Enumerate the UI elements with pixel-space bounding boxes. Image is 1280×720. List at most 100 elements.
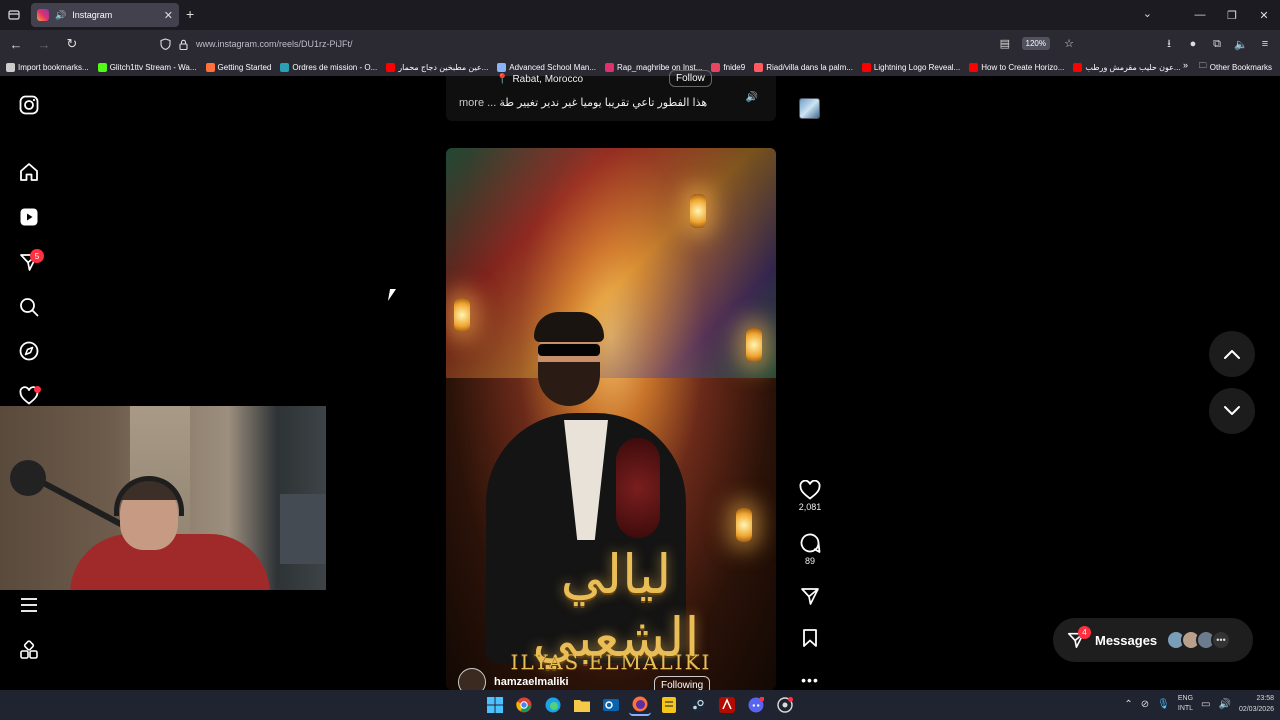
chevron-up-icon[interactable]: ⌃ <box>1124 699 1132 710</box>
zoom-level[interactable]: 120% <box>1021 37 1050 50</box>
new-tab-button[interactable]: + <box>186 6 194 22</box>
folder-icon: 🗀 <box>1198 61 1207 70</box>
language-indicator[interactable]: ENG INTL <box>1178 694 1193 714</box>
save-action[interactable] <box>794 628 826 648</box>
chevron-down-icon[interactable]: ⌄ <box>1143 7 1152 20</box>
bookmark-item[interactable]: عين مطبخين دجاج محمار... <box>386 62 489 72</box>
more-options-action[interactable]: ••• <box>794 672 826 688</box>
firefox-icon[interactable] <box>629 694 651 716</box>
windows-start-icon[interactable] <box>484 694 506 716</box>
also-from-meta-icon[interactable] <box>17 638 41 662</box>
close-tab-icon[interactable]: ✕ <box>164 9 173 22</box>
minimize-button[interactable]: — <box>1184 0 1216 30</box>
bookmark-item[interactable]: Import bookmarks... <box>6 62 89 72</box>
previous-reel-button[interactable] <box>1209 331 1255 377</box>
heart-icon[interactable] <box>799 480 821 500</box>
shield-icon[interactable] <box>160 38 171 50</box>
lock-icon[interactable] <box>179 39 188 50</box>
home-icon[interactable] <box>17 160 41 184</box>
forward-button[interactable]: → <box>32 32 56 56</box>
tab-list-icon[interactable] <box>0 0 28 30</box>
other-bookmarks-folder[interactable]: 🗀 Other Bookmarks <box>1192 60 1272 74</box>
bookmark-label: Getting Started <box>217 62 272 72</box>
volume-icon[interactable]: 🔈 <box>1234 34 1248 54</box>
url-bar[interactable]: www.instagram.com/reels/DU1rz-PiJFt/ ▤ 1… <box>152 32 1080 56</box>
bookmark-item[interactable]: Ordres de mission - O... <box>280 62 377 72</box>
download-icon[interactable]: ⭳ <box>1162 34 1176 54</box>
bookmark-item[interactable]: Lightning Logo Reveal... <box>861 62 960 72</box>
instagram-logo-icon[interactable] <box>17 93 41 117</box>
reader-view-icon[interactable]: ▤ <box>1000 37 1010 50</box>
speaker-icon[interactable]: 🔊 <box>55 10 66 21</box>
chevron-down-icon <box>1224 406 1240 415</box>
chrome-icon[interactable] <box>513 694 535 716</box>
ellipsis-icon: ••• <box>1211 630 1231 650</box>
network-off-icon[interactable]: ⊘ <box>1141 699 1149 710</box>
menu-icon[interactable]: ≡ <box>1258 34 1272 54</box>
url-text[interactable]: www.instagram.com/reels/DU1rz-PiJFt/ <box>196 39 353 49</box>
obs-recording-icon[interactable] <box>774 694 796 716</box>
bookmark-item[interactable]: Getting Started <box>205 62 272 72</box>
bookmark-star-icon[interactable]: ☆ <box>1064 37 1074 50</box>
back-button[interactable]: ← <box>4 32 28 56</box>
restore-button[interactable]: ❐ <box>1216 0 1248 30</box>
share-action[interactable] <box>794 586 826 606</box>
bookmark-item[interactable]: How to Create Horizo... <box>969 62 1064 72</box>
account-icon[interactable]: ● <box>1186 34 1200 54</box>
reels-icon[interactable] <box>17 205 41 229</box>
post-location[interactable]: 📍 Rabat, Morocco <box>496 74 583 85</box>
keyboard-layout: INTL <box>1177 705 1194 712</box>
taskbar-apps <box>484 694 796 716</box>
next-reel-button[interactable] <box>1209 388 1255 434</box>
bookmark-item[interactable]: Advanced School Man... <box>497 62 597 72</box>
messages-button[interactable]: 4 Messages ••• <box>1053 618 1253 662</box>
explore-compass-icon[interactable] <box>17 339 41 363</box>
adobe-acrobat-icon[interactable] <box>716 694 738 716</box>
outlook-icon[interactable] <box>600 694 622 716</box>
webcam-overlay <box>0 406 326 590</box>
edge-icon[interactable] <box>542 694 564 716</box>
reload-button[interactable]: ↻ <box>60 32 84 56</box>
bookmark-favicon-icon <box>711 62 721 72</box>
close-window-button[interactable]: ✕ <box>1248 0 1280 30</box>
following-button[interactable]: Following <box>654 676 711 690</box>
display-icon[interactable]: ▭ <box>1201 699 1210 710</box>
activity-dot-badge <box>34 386 41 393</box>
file-explorer-icon[interactable] <box>571 694 593 716</box>
audio-thumbnail[interactable] <box>799 98 820 119</box>
reel-video[interactable]: ليالي الشعبي ILYAS ELMALIKI hamzaelmalik… <box>446 148 776 690</box>
bookmark-item[interactable]: fnide9 <box>711 62 745 72</box>
ellipsis-icon[interactable]: ••• <box>801 672 819 688</box>
bookmark-icon[interactable] <box>802 628 818 648</box>
bookmark-label: Advanced School Man... <box>509 62 597 72</box>
sound-toggle-icon[interactable]: 🔊 <box>746 92 758 103</box>
caption-more-link[interactable]: more ... <box>459 97 496 109</box>
discord-icon[interactable] <box>745 694 767 716</box>
avatar[interactable] <box>458 668 486 690</box>
extensions-icon[interactable]: ⧉ <box>1210 34 1224 54</box>
bookmark-item[interactable]: عون حليب مقرمش ورطب... <box>1073 62 1181 72</box>
clock[interactable]: 23:58 02/03/2026 <box>1239 693 1274 715</box>
comment-icon[interactable] <box>799 532 821 554</box>
like-action[interactable]: 2,081 <box>794 480 826 512</box>
notes-app-icon[interactable] <box>658 694 680 716</box>
comment-action[interactable]: 89 <box>794 532 826 566</box>
share-icon[interactable] <box>800 586 820 606</box>
steam-icon[interactable] <box>687 694 709 716</box>
search-icon[interactable] <box>17 295 41 319</box>
bookmark-favicon-icon <box>605 62 615 72</box>
bookmark-label: عين مطبخين دجاج محمار... <box>398 62 489 72</box>
volume-icon[interactable]: 🔊 <box>1219 699 1231 710</box>
reel-username[interactable]: hamzaelmaliki <box>494 676 569 688</box>
browser-tab-instagram[interactable]: 🔊 Instagram ✕ <box>31 3 179 27</box>
follow-button[interactable]: Follow <box>669 70 712 87</box>
lantern-decoration <box>454 298 470 332</box>
hamburger-menu-icon[interactable] <box>17 593 41 617</box>
bookmark-item[interactable]: Riad/villa dans la palm... <box>754 62 853 72</box>
reel-author[interactable]: hamzaelmaliki <box>458 668 569 690</box>
bookmarks-overflow-icon[interactable]: » <box>1183 60 1188 70</box>
microphone-icon[interactable]: 🎙 <box>1157 699 1170 710</box>
tab-title: Instagram <box>72 10 113 20</box>
tab-bar: 🔊 Instagram ✕ + ⌄ — ❐ ✕ <box>0 0 1280 30</box>
bookmark-item[interactable]: Glitch1ttv Stream - Wa... <box>97 62 197 72</box>
